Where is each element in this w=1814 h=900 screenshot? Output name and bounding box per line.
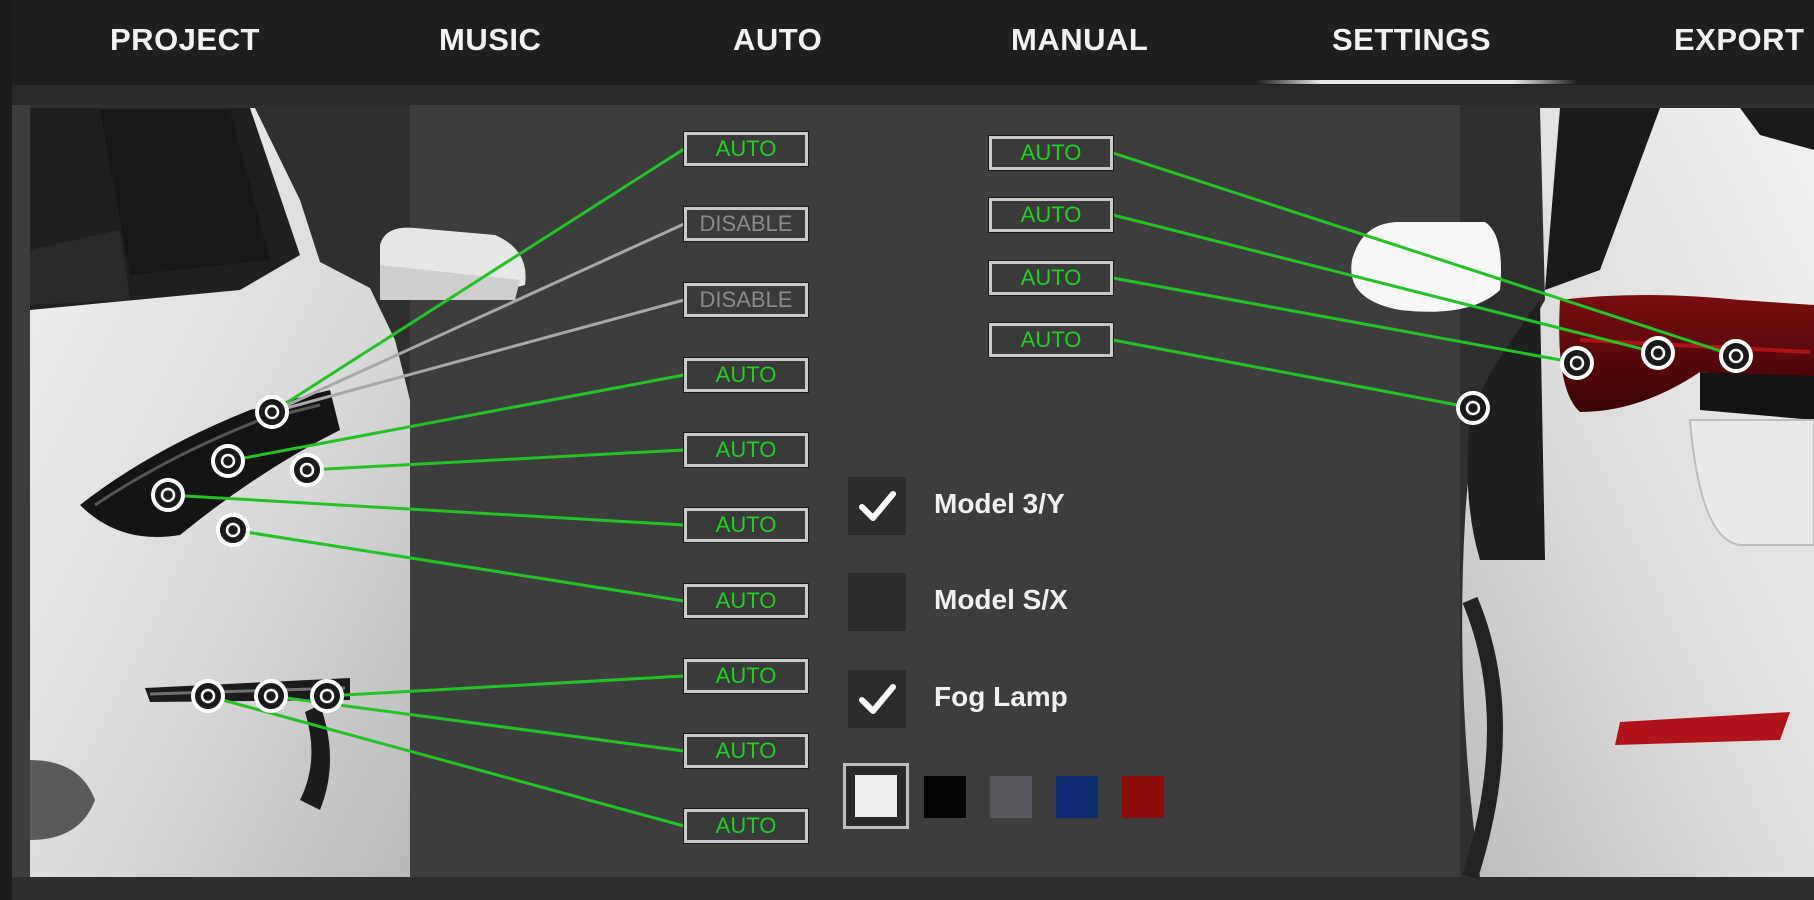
front-light-button[interactable]: AUTO [683, 733, 809, 769]
model-sx-checkbox[interactable] [848, 573, 906, 631]
rear-light-marker[interactable] [1641, 336, 1675, 370]
rear-light-button[interactable]: AUTO [988, 322, 1114, 358]
color-swatch-red[interactable] [1122, 776, 1164, 818]
rear-light-marker[interactable] [1560, 346, 1594, 380]
front-light-marker[interactable] [310, 679, 344, 713]
color-swatch-white[interactable] [855, 775, 897, 817]
checkmark-icon [859, 684, 896, 714]
color-swatch-gray[interactable] [990, 776, 1032, 818]
model-sx-label: Model S/X [934, 584, 1068, 615]
fog-lamp-label: Fog Lamp [934, 681, 1068, 712]
front-light-button[interactable]: AUTO [683, 131, 809, 167]
fog-lamp-checkbox[interactable] [848, 670, 906, 728]
front-light-button[interactable]: AUTO [683, 357, 809, 393]
front-light-marker[interactable] [255, 395, 289, 429]
color-swatch-blue[interactable] [1056, 776, 1098, 818]
front-light-button[interactable]: AUTO [683, 808, 809, 844]
model-3y-checkbox[interactable] [848, 477, 906, 535]
rear-light-marker[interactable] [1456, 391, 1490, 425]
rear-light-button[interactable]: AUTO [988, 260, 1114, 296]
rear-light-marker[interactable] [1719, 339, 1753, 373]
front-light-button[interactable]: DISABLE [683, 282, 809, 318]
color-swatch-black[interactable] [924, 776, 966, 818]
model-3y-label: Model 3/Y [934, 488, 1065, 519]
front-light-marker[interactable] [216, 513, 250, 547]
front-light-marker[interactable] [211, 444, 245, 478]
front-light-button[interactable]: AUTO [683, 583, 809, 619]
rear-light-button[interactable]: AUTO [988, 197, 1114, 233]
front-light-button[interactable]: AUTO [683, 507, 809, 543]
front-light-marker[interactable] [191, 679, 225, 713]
rear-connector-line [1112, 338, 1474, 410]
front-light-marker[interactable] [290, 453, 324, 487]
front-light-button[interactable]: AUTO [683, 432, 809, 468]
front-light-marker[interactable] [254, 679, 288, 713]
front-light-button[interactable]: AUTO [683, 658, 809, 694]
rear-light-button[interactable]: AUTO [988, 135, 1114, 171]
checkmark-icon [859, 491, 896, 521]
front-light-button[interactable]: DISABLE [683, 206, 809, 242]
rear-car-illustration [1351, 105, 1814, 880]
front-light-marker[interactable] [151, 478, 185, 512]
